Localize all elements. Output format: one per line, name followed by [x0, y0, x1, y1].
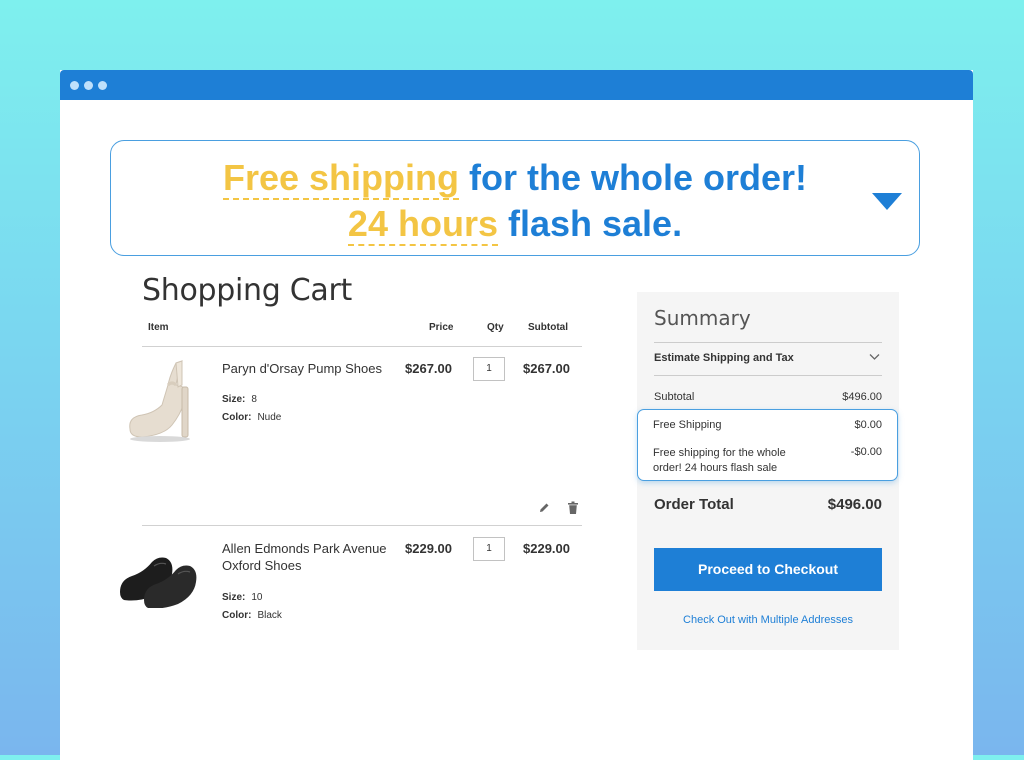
chevron-down-icon[interactable]	[869, 353, 880, 361]
order-summary-panel: Summary Estimate Shipping and Tax Subtot…	[637, 292, 899, 650]
banner-line-2: 24 hours flash sale.	[111, 203, 919, 246]
window-dot-icon[interactable]	[70, 81, 79, 90]
product-color: Color: Nude	[222, 412, 281, 423]
banner-text-flash-sale: flash sale.	[507, 203, 683, 244]
size-value: 8	[251, 394, 257, 405]
trash-icon[interactable]	[567, 501, 579, 515]
promo-discount-label: Free shipping for the whole order! 24 ho…	[653, 446, 786, 476]
product-color: Color: Black	[222, 610, 282, 621]
oxford-shoes-image[interactable]	[118, 544, 202, 608]
summary-divider	[654, 375, 882, 376]
product-name-line-2[interactable]: Oxford Shoes	[222, 557, 387, 574]
order-total-value: $496.00	[827, 496, 882, 513]
window-titlebar	[60, 70, 973, 100]
pencil-icon[interactable]	[538, 502, 550, 514]
banner-text-whole-order: for the whole order!	[469, 157, 808, 198]
multiple-addresses-link[interactable]: Check Out with Multiple Addresses	[637, 614, 899, 626]
proceed-to-checkout-button[interactable]: Proceed to Checkout	[654, 548, 882, 591]
product-size: Size: 10	[222, 592, 262, 603]
browser-window: Free shipping for the whole order! 24 ho…	[60, 70, 973, 760]
subtotal-value: $496.00	[842, 391, 882, 403]
size-label: Size:	[222, 592, 246, 603]
column-header-subtotal: Subtotal	[528, 322, 568, 333]
column-header-item: Item	[148, 322, 169, 333]
promo-banner[interactable]: Free shipping for the whole order! 24 ho…	[110, 140, 920, 256]
free-shipping-highlight: Free Shipping $0.00 Free shipping for th…	[637, 409, 898, 481]
item-subtotal: $229.00	[523, 541, 570, 556]
column-header-price: Price	[429, 322, 454, 333]
quantity-input[interactable]: 1	[473, 357, 505, 381]
estimate-shipping-toggle[interactable]: Estimate Shipping and Tax	[654, 352, 794, 364]
color-label: Color:	[222, 412, 252, 423]
free-shipping-label: Free Shipping	[653, 419, 722, 431]
item-subtotal: $267.00	[523, 361, 570, 376]
pump-shoe-image[interactable]	[124, 355, 208, 443]
color-value: Black	[257, 610, 282, 621]
item-price: $267.00	[405, 361, 452, 376]
color-label: Color:	[222, 610, 252, 621]
product-name-oxford-shoes[interactable]: Allen Edmonds Park Avenue Oxford Shoes	[222, 540, 387, 574]
color-value: Nude	[257, 412, 282, 423]
product-name-pump-shoes[interactable]: Paryn d'Orsay Pump Shoes	[222, 360, 382, 377]
row-divider	[142, 525, 582, 526]
window-dot-icon[interactable]	[98, 81, 107, 90]
free-shipping-value: $0.00	[854, 419, 882, 431]
promo-discount-value: -$0.00	[850, 446, 882, 458]
subtotal-label: Subtotal	[654, 391, 695, 403]
product-size: Size: 8	[222, 394, 257, 405]
item-price: $229.00	[405, 541, 452, 556]
order-total-label: Order Total	[654, 496, 734, 513]
product-name-line-1[interactable]: Allen Edmonds Park Avenue	[222, 540, 387, 557]
banner-expand-icon[interactable]	[872, 193, 902, 210]
header-divider	[142, 346, 582, 347]
page-title: Shopping Cart	[142, 273, 352, 308]
size-value: 10	[251, 592, 263, 603]
summary-title: Summary	[654, 306, 751, 330]
banner-highlight-24-hours: 24 hours	[347, 203, 498, 246]
promo-line-1: Free shipping for the whole	[653, 447, 786, 459]
window-dot-icon[interactable]	[84, 81, 93, 90]
promo-line-2: order! 24 hours flash sale	[653, 462, 778, 474]
summary-divider	[654, 342, 882, 343]
column-header-qty: Qty	[487, 322, 504, 333]
quantity-input[interactable]: 1	[473, 537, 505, 561]
size-label: Size:	[222, 394, 246, 405]
banner-line-1: Free shipping for the whole order!	[111, 157, 919, 200]
banner-highlight-free-shipping: Free shipping	[222, 157, 459, 200]
